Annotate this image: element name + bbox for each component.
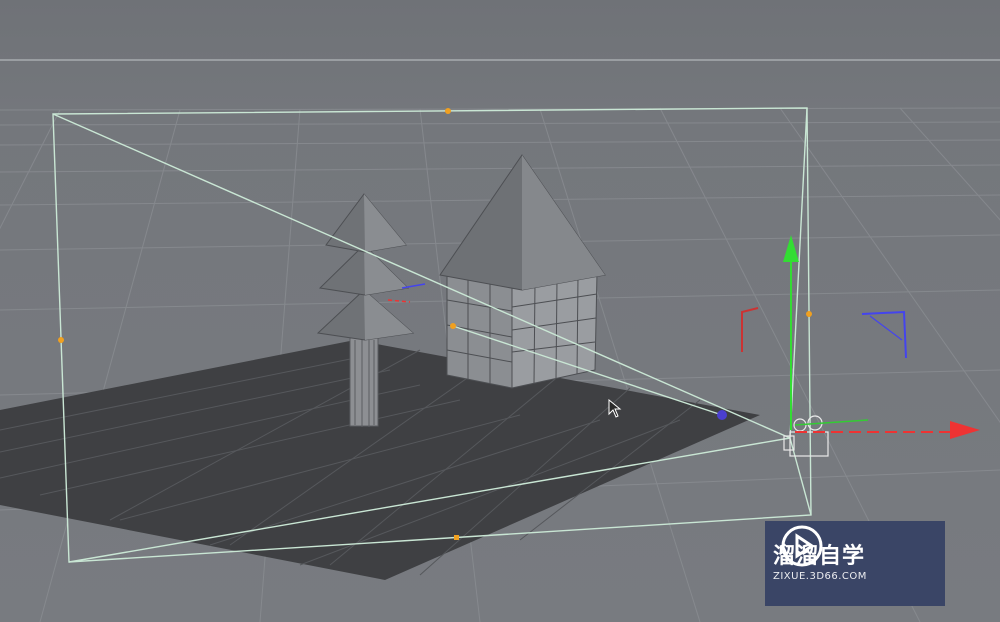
watermark-subtitle: ZIXUE.3D66.COM — [773, 570, 867, 582]
handle-center — [450, 323, 456, 329]
move-gizmo[interactable] — [741, 235, 980, 439]
3d-viewport[interactable]: 溜溜自学 ZIXUE.3D66.COM — [0, 0, 1000, 622]
handle-bottom — [454, 535, 459, 540]
plane-handle-yz — [861, 310, 907, 359]
mouse-pointer-icon — [608, 399, 622, 418]
handle-right — [806, 311, 812, 317]
watermark-badge: 溜溜自学 ZIXUE.3D66.COM — [765, 521, 945, 606]
handle-left — [58, 337, 64, 343]
play-logo-icon — [781, 525, 823, 567]
axis-x-arrow — [950, 421, 980, 439]
plane-handle-xy — [741, 307, 759, 352]
house[interactable] — [439, 154, 606, 389]
axis-y-arrow — [783, 235, 799, 262]
handle-top — [445, 108, 451, 114]
plane[interactable] — [0, 340, 760, 580]
focus-point[interactable] — [717, 410, 727, 420]
